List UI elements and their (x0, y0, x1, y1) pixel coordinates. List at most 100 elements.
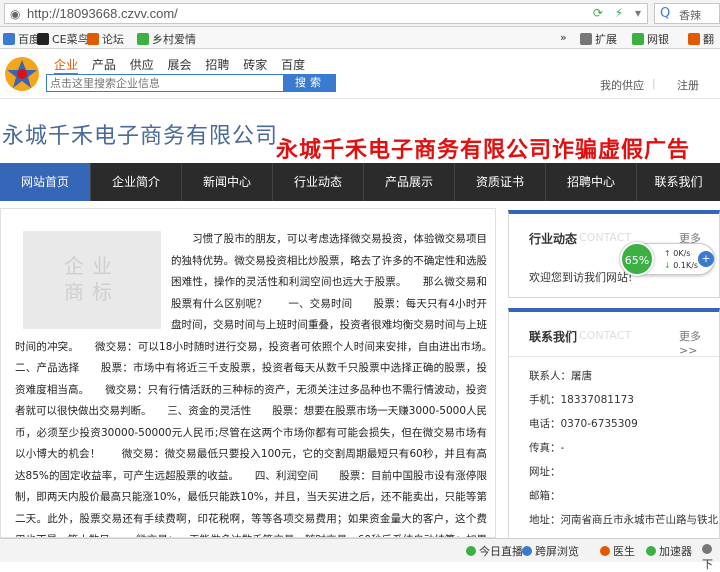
search-tab-company[interactable]: 企业 (54, 58, 79, 75)
forum-icon (87, 33, 99, 45)
site-header: 企业 产品 供应 展会 招聘 砖家 百度 搜索 我的供应 | 注册 (0, 49, 720, 99)
search-icon: Q (660, 6, 671, 21)
warning-slogan: 永城千禾电子商务有限公司诈骗虚假广告 (276, 138, 691, 163)
download-speed: ↓ 0.1K/s (664, 261, 698, 270)
nav-about[interactable]: 企业简介 (91, 163, 182, 201)
baidu-icon (3, 33, 15, 45)
url-text[interactable]: http://18093668.czvv.com/ (27, 6, 178, 21)
speed-percent: 65% (620, 242, 654, 276)
nav-products[interactable]: 产品展示 (364, 163, 455, 201)
nav-news[interactable]: 新闻中心 (182, 163, 273, 201)
contact-value: 屠唐 (571, 370, 592, 382)
search-tab-expert[interactable]: 砖家 (243, 58, 267, 72)
search-tab-jobs[interactable]: 招聘 (205, 58, 229, 72)
contact-label: 网址： (529, 466, 561, 478)
contact-row: 联系人：屠唐 (529, 368, 592, 383)
site-search-input-wrap (46, 74, 284, 92)
company-name: 永城千禾电子商务有限公司 (2, 124, 279, 149)
extension-icon (580, 33, 592, 45)
contact-label: 手机： (529, 394, 561, 406)
status-download[interactable]: 下 (702, 543, 720, 572)
browser-search-box[interactable]: Q 香辣 (654, 3, 720, 24)
fav-label: 乡村爱情 (152, 33, 196, 46)
nav-jobs[interactable]: 招聘中心 (546, 163, 637, 201)
news-item[interactable]: 欢迎您到访我们网站! (529, 269, 632, 285)
contact-row: 电话：0370-6735309 (529, 416, 638, 431)
favorites-bar: 百度 CE菜鸟 论坛 乡村爱情 » 扩展 网银 翻译 (0, 27, 720, 62)
my-supply-link[interactable]: 我的供应 (600, 77, 644, 93)
dropdown-icon[interactable]: ▾ (635, 6, 641, 20)
contact-title: 联系我们 (529, 330, 578, 344)
contact-panel: 联系我们 CONTACT 更多 >> 联系人：屠唐 手机：18337081173… (508, 308, 720, 548)
search-tabs: 企业 产品 供应 展会 招聘 砖家 百度 (54, 56, 315, 75)
nav-contact[interactable]: 联系我们 (637, 163, 720, 201)
contact-title-en: CONTACT (579, 329, 632, 342)
site-search-button[interactable]: 搜索 (284, 74, 336, 92)
extensions-button[interactable]: 扩展 (580, 31, 617, 47)
browser-search-text: 香辣 (679, 9, 701, 22)
status-label: 医生 (613, 545, 635, 558)
news-title: 行业动态 (529, 232, 578, 246)
main-nav: 网站首页 企业简介 新闻中心 行业动态 产品展示 资质证书 招聘中心 联系我们 (0, 163, 720, 201)
contact-row: 传真：- (529, 440, 564, 455)
status-label: 加速器 (659, 545, 692, 558)
network-speed-widget[interactable]: 65% ↑ 0K/s ↓ 0.1K/s + (620, 242, 715, 276)
browser-toolbar: ◉ http://18093668.czvv.com/ ⟳ ⚡ ▾ Q 香辣 (0, 0, 720, 27)
contact-label: 传真： (529, 442, 561, 454)
fav-more[interactable]: » (560, 31, 567, 44)
cross-screen-icon (522, 546, 532, 556)
upload-speed: ↑ 0K/s (664, 249, 690, 258)
search-tab-baidu[interactable]: 百度 (281, 58, 305, 72)
fav-baidu[interactable]: 百度 (3, 31, 40, 47)
refresh-icon[interactable]: ⟳ (593, 6, 603, 20)
down-arrow-icon: ↓ (664, 261, 674, 270)
contact-label: 联系人： (529, 370, 571, 382)
translate-icon (688, 33, 700, 45)
address-bar[interactable]: ◉ http://18093668.czvv.com/ ⟳ ⚡ ▾ (4, 3, 648, 24)
fav-tv[interactable]: 乡村爱情 (137, 31, 196, 47)
fav-label: CE菜鸟 (52, 33, 89, 46)
status-accelerator[interactable]: 加速器 (646, 543, 692, 559)
search-tab-supply[interactable]: 供应 (130, 58, 154, 72)
bank-button[interactable]: 网银 (632, 31, 669, 47)
ext-label: 扩展 (595, 33, 617, 46)
plus-icon[interactable]: + (698, 251, 714, 267)
nav-industry[interactable]: 行业动态 (273, 163, 364, 201)
contact-row: 邮箱： (529, 488, 561, 503)
lightning-icon[interactable]: ⚡ (615, 6, 623, 20)
contact-row: 网址： (529, 464, 561, 479)
ce-icon (37, 33, 49, 45)
status-label: 今日直播 (479, 545, 523, 558)
fav-forum[interactable]: 论坛 (87, 31, 124, 47)
fav-label: 论坛 (102, 33, 124, 46)
fav-ce[interactable]: CE菜鸟 (37, 31, 89, 47)
article-body: 习惯了股市的朋友，可以考虑选择微交易投资，体验微交易项目的独特优势。微交易投资相… (15, 229, 495, 537)
divider (509, 356, 719, 357)
contact-value: 河南省商丘市永城市芒山路与铁北 (560, 514, 719, 526)
page-icon: ◉ (10, 7, 21, 21)
contact-label: 电话： (529, 418, 561, 430)
upload-value: 0K/s (673, 249, 691, 258)
site-logo-icon (5, 57, 39, 91)
status-cross-screen[interactable]: 跨屏浏览 (522, 543, 579, 559)
bank-label: 网银 (647, 33, 669, 46)
status-label: 跨屏浏览 (535, 545, 579, 558)
nav-certificates[interactable]: 资质证书 (455, 163, 546, 201)
site-search-input[interactable] (47, 75, 283, 91)
download-icon (702, 544, 712, 554)
separator: | (652, 77, 656, 90)
search-tab-product[interactable]: 产品 (92, 58, 116, 72)
contact-more-link[interactable]: 更多 >> (679, 328, 719, 357)
contact-label: 地址： (529, 514, 561, 526)
nav-home[interactable]: 网站首页 (0, 163, 91, 201)
tv-icon (137, 33, 149, 45)
contact-value: 0370-6735309 (560, 418, 638, 430)
download-value: 0.1K/s (673, 261, 699, 270)
search-tab-expo[interactable]: 展会 (168, 58, 192, 72)
status-live[interactable]: 今日直播 (466, 543, 523, 559)
contact-value: - (560, 442, 565, 454)
contact-row: 地址：河南省商丘市永城市芒山路与铁北 (529, 512, 718, 527)
article-panel: 企业 商标 习惯了股市的朋友，可以考虑选择微交易投资，体验微交易项目的独特优势。… (0, 208, 496, 538)
register-link[interactable]: 注册 (677, 77, 699, 93)
status-doctor[interactable]: 医生 (600, 543, 635, 559)
